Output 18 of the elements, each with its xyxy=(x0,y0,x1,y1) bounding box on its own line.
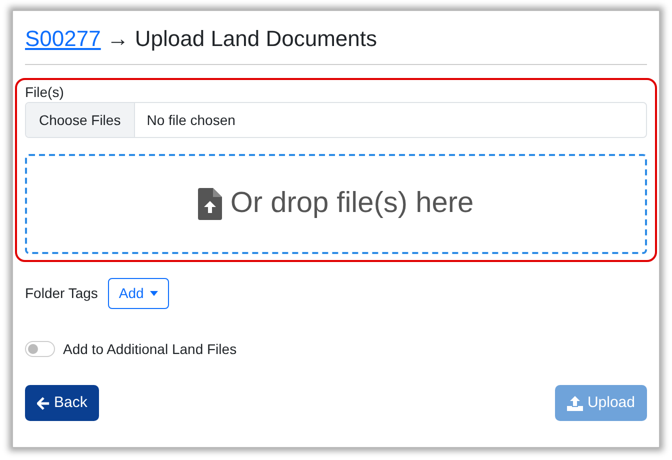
record-link[interactable]: S00277 xyxy=(25,22,101,54)
toggle-switch[interactable] xyxy=(25,341,55,357)
file-input[interactable]: Choose Files No file chosen xyxy=(25,102,647,138)
upload-icon xyxy=(567,396,584,410)
left-arrow-icon xyxy=(37,396,50,410)
file-upload-icon xyxy=(198,188,222,220)
page-title: Upload Land Documents xyxy=(134,24,378,53)
arrow-text: → xyxy=(106,24,129,52)
toggle-label: Add to Additional Land Files xyxy=(63,340,237,358)
drop-zone[interactable]: Or drop file(s) here xyxy=(25,154,647,254)
caret-icon xyxy=(150,290,158,296)
field-label: Folder Tags xyxy=(25,284,98,303)
back-button[interactable]: Back xyxy=(25,385,100,421)
file-status: No file chosen xyxy=(146,110,236,130)
drop-text: Or drop file(s) here xyxy=(230,186,474,222)
choose-files-button[interactable]: Choose Files xyxy=(26,103,135,137)
add-dropdown-button[interactable]: Add xyxy=(108,278,169,308)
field-label: File(s) xyxy=(25,83,65,102)
